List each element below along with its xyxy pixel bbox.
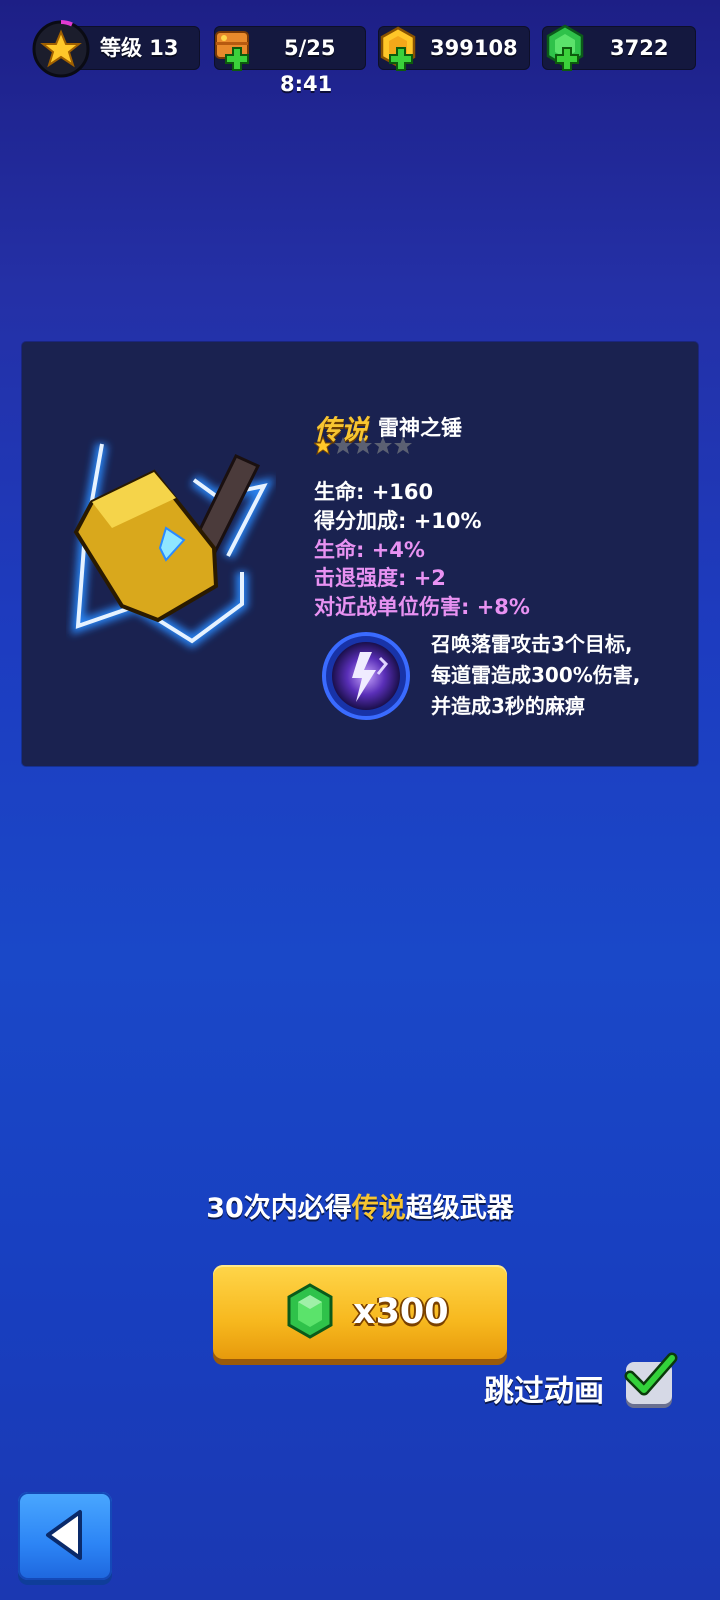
stat-line: 击退强度: +2 [314, 566, 446, 590]
energy-timer: 8:41 [280, 72, 333, 96]
energy-count: 5/25 [284, 36, 336, 60]
star-icon [334, 437, 352, 454]
stat-line: 对近战单位伤害: +8% [314, 595, 530, 619]
skip-animation-checkbox[interactable] [624, 1352, 678, 1404]
back-arrow-icon [46, 1510, 82, 1560]
gem-purchase-button[interactable]: x300 [213, 1265, 507, 1359]
checkmark-icon [624, 1352, 678, 1396]
star-icon [394, 437, 412, 454]
skip-animation-label[interactable]: 跳过动画 [484, 1366, 604, 1410]
stat-line: 生命: +4% [314, 538, 425, 562]
guarantee-prefix: 30次内必得 [206, 1193, 352, 1224]
stat-line: 得分加成: +10% [314, 509, 482, 533]
guarantee-suffix: 超级武器 [405, 1193, 514, 1224]
star-icon [354, 437, 372, 454]
plus-icon[interactable] [224, 46, 250, 72]
skill-description-line: 每道雷造成300%伤害, [431, 663, 641, 687]
level-label: 等级 13 [100, 36, 179, 60]
star-icon [314, 436, 334, 456]
star-icon [374, 437, 392, 454]
stat-line: 生命: +160 [314, 480, 434, 504]
star-icon [32, 20, 90, 78]
top-resource-bar: 等级 13 5/25 399108 3722 [0, 20, 720, 78]
purchase-cost: x300 [353, 1292, 449, 1332]
skill-description-line: 并造成3秒的麻痹 [431, 694, 585, 718]
star-rating [314, 436, 412, 456]
thor-hammer-icon [71, 442, 276, 649]
plus-icon[interactable] [554, 46, 580, 72]
coins-count: 399108 [430, 36, 518, 60]
back-button[interactable] [18, 1492, 112, 1580]
guarantee-text: 30次内必得传说超级武器 [0, 1186, 720, 1225]
plus-icon[interactable] [388, 46, 414, 72]
skill-description-line: 召唤落雷攻击3个目标, [431, 632, 633, 656]
guarantee-highlight: 传说 [351, 1193, 406, 1224]
gems-count: 3722 [610, 36, 669, 60]
lightning-skill-icon [322, 632, 410, 720]
gem-icon [287, 1283, 333, 1339]
